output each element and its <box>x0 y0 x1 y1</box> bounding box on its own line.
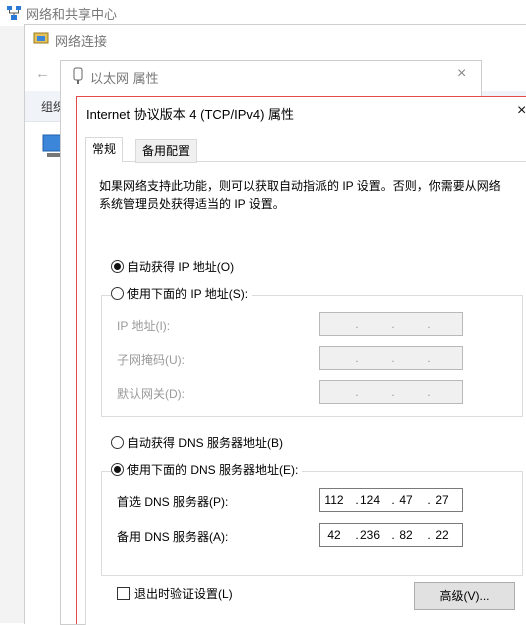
radio-auto-dns[interactable]: 自动获得 DNS 服务器地址(B) <box>111 434 283 452</box>
ipv4-properties-dialog: Internet 协议版本 4 (TCP/IPv4) 属性 × 常规 备用配置 … <box>76 96 526 625</box>
radio-manual-dns-indicator[interactable] <box>111 463 124 476</box>
default-gateway-input[interactable]: . . . <box>319 380 463 404</box>
ethernet-close-icon[interactable]: × <box>457 65 466 83</box>
alternate-dns-octet: 82 <box>399 528 413 542</box>
radio-manual-dns-label: 使用下面的 DNS 服务器地址(E): <box>127 463 299 477</box>
default-gateway-label: 默认网关(D): <box>117 387 185 401</box>
alternate-dns-octet: 22 <box>435 528 449 542</box>
dialog-close-icon[interactable]: × <box>517 102 526 120</box>
preferred-dns-octet: 124 <box>359 493 381 507</box>
network-center-icon <box>7 6 21 20</box>
preferred-dns-octet: 27 <box>435 493 449 507</box>
back-arrow-icon[interactable]: ← <box>35 65 50 82</box>
ethernet-icon <box>73 67 83 84</box>
advanced-button[interactable]: 高级(V)... <box>414 582 515 610</box>
alternate-dns-input[interactable]: 42. 236. 82. 22 <box>319 523 463 547</box>
network-connections-title: 网络连接 <box>55 34 108 49</box>
radio-auto-ip[interactable]: 自动获得 IP 地址(O) <box>111 258 234 276</box>
preferred-dns-label: 首选 DNS 服务器(P): <box>117 495 229 509</box>
alternate-dns-octet: 236 <box>359 528 381 542</box>
radio-manual-ip-label: 使用下面的 IP 地址(S): <box>127 287 249 301</box>
radio-manual-dns[interactable]: 使用下面的 DNS 服务器地址(E): <box>111 461 303 479</box>
network-connections-icon <box>33 32 49 44</box>
radio-manual-ip[interactable]: 使用下面的 IP 地址(S): <box>111 285 253 303</box>
subnet-mask-label: 子网掩码(U): <box>117 353 185 367</box>
radio-auto-ip-indicator[interactable] <box>111 260 124 273</box>
alternate-dns-octet: 42 <box>327 528 341 542</box>
ip-address-label: IP 地址(I): <box>117 319 171 333</box>
tab-general[interactable]: 常规 <box>85 137 124 162</box>
ip-address-input[interactable]: . . . <box>319 312 463 336</box>
radio-auto-dns-indicator[interactable] <box>111 436 124 449</box>
radio-auto-ip-label: 自动获得 IP 地址(O) <box>127 260 235 274</box>
radio-manual-ip-indicator[interactable] <box>111 287 124 300</box>
validate-checkbox-label: 退出时验证设置(L) <box>134 587 233 601</box>
network-center-title: 网络和共享中心 <box>26 7 118 22</box>
ethernet-properties-title: 以太网 属性 <box>90 71 159 86</box>
preferred-dns-octet: 47 <box>399 493 413 507</box>
dialog-description: 如果网络支持此功能，则可以获取自动指派的 IP 设置。否则，你需要从网络系统管理… <box>99 179 501 211</box>
alternate-dns-label: 备用 DNS 服务器(A): <box>117 530 229 544</box>
dialog-title: Internet 协议版本 4 (TCP/IPv4) 属性 <box>86 107 295 122</box>
tab-alternate-config[interactable]: 备用配置 <box>135 139 198 163</box>
subnet-mask-input[interactable]: . . . <box>319 346 463 370</box>
preferred-dns-octet: 112 <box>324 493 344 507</box>
preferred-dns-input[interactable]: 112. 124. 47. 27 <box>319 488 463 512</box>
validate-on-exit-checkbox[interactable]: 退出时验证设置(L) <box>117 585 233 603</box>
radio-auto-dns-label: 自动获得 DNS 服务器地址(B) <box>127 436 284 450</box>
validate-checkbox-box[interactable] <box>117 587 130 600</box>
